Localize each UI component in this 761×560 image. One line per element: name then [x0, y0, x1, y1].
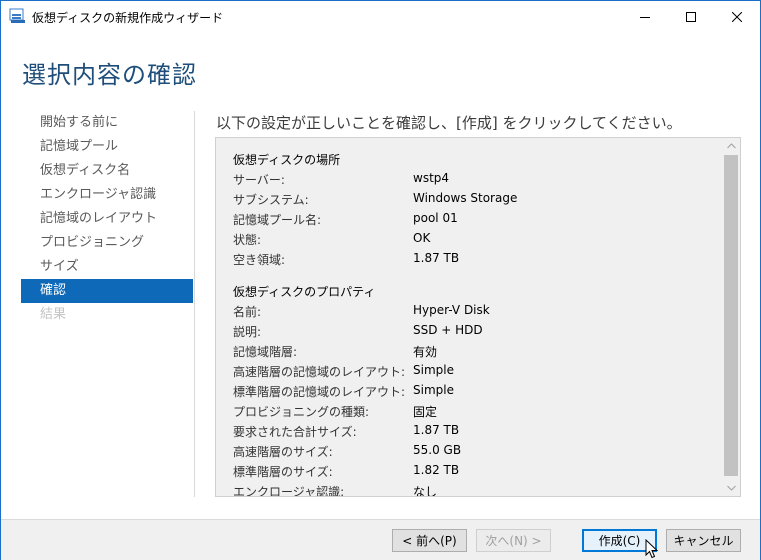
nav-item-storage-layout[interactable]: 記憶域のレイアウト: [21, 207, 193, 231]
virtual-disk-app-icon: [9, 8, 26, 24]
row-value: SSD + HDD: [413, 323, 483, 337]
row-label: 標準階層のサイズ:: [233, 465, 333, 479]
section-title-location: 仮想ディスクの場所: [233, 153, 341, 167]
row-value: 有効: [413, 345, 438, 359]
previous-button[interactable]: < 前へ(P): [392, 529, 467, 552]
row-value: Simple: [413, 363, 454, 377]
nav-item-enclosure-awareness[interactable]: エンクロージャ認識: [21, 183, 193, 207]
scroll-up-button[interactable]: [722, 138, 740, 154]
chevron-down-icon: [726, 485, 736, 491]
row-label: プロビジョニングの種類:: [233, 405, 370, 419]
row-value: wstp4: [413, 171, 450, 185]
row-value: 1.87 TB: [413, 251, 460, 265]
row-label: 記憶域プール名:: [233, 213, 322, 227]
minimize-icon: [640, 16, 650, 18]
scroll-thumb[interactable]: [724, 155, 738, 476]
row-label: 状態:: [233, 233, 262, 247]
row-value: なし: [413, 485, 438, 496]
row-value: Windows Storage: [413, 191, 518, 205]
nav-item-virtual-disk-name[interactable]: 仮想ディスク名: [21, 159, 193, 183]
row-label: サブシステム:: [233, 193, 309, 207]
row-label: 高速階層のサイズ:: [233, 445, 333, 459]
window-title: 仮想ディスクの新規作成ウィザード: [32, 11, 224, 25]
minimize-button[interactable]: [622, 1, 668, 32]
summary-panel[interactable]: 仮想ディスクの場所 サーバー: wstp4 サブシステム: Windows St…: [215, 137, 741, 497]
row-value: 1.82 TB: [413, 463, 460, 477]
section-title-properties: 仮想ディスクのプロパティ: [233, 285, 376, 299]
nav-item-confirmation[interactable]: 確認: [21, 279, 193, 303]
row-value: Hyper-V Disk: [413, 303, 490, 317]
cancel-button[interactable]: キャンセル: [666, 529, 741, 552]
row-label: エンクロージャ認識:: [233, 485, 345, 496]
nav-item-before-you-begin[interactable]: 開始する前に: [21, 111, 193, 135]
nav-item-size[interactable]: サイズ: [21, 255, 193, 279]
instruction-text: 以下の設定が正しいことを確認し、[作成] をクリックしてください。: [216, 114, 682, 132]
vertical-scrollbar[interactable]: [722, 138, 740, 496]
close-icon: [732, 11, 742, 22]
nav-item-storage-pool[interactable]: 記憶域プール: [21, 135, 193, 159]
row-value: 55.0 GB: [413, 443, 462, 457]
row-value: pool 01: [413, 211, 458, 225]
title-bar[interactable]: 仮想ディスクの新規作成ウィザード: [1, 1, 760, 32]
row-label: 説明:: [233, 325, 262, 339]
chevron-up-icon: [726, 143, 736, 149]
maximize-icon: [686, 11, 696, 22]
row-value: Simple: [413, 383, 454, 397]
wizard-window: 仮想ディスクの新規作成ウィザード 選択内容の確認 開始する前に 記憶域プール 仮…: [0, 0, 761, 560]
row-value: OK: [413, 231, 431, 245]
row-label: サーバー:: [233, 173, 285, 187]
row-value: 1.87 TB: [413, 423, 460, 437]
nav-divider: [194, 111, 195, 497]
row-label: 標準階層の記憶域のレイアウト:: [233, 385, 406, 399]
page-title: 選択内容の確認: [22, 61, 197, 89]
nav-item-results: 結果: [40, 307, 67, 322]
next-button[interactable]: 次へ(N) >: [476, 529, 551, 552]
scroll-down-button[interactable]: [722, 480, 740, 496]
close-button[interactable]: [714, 1, 760, 32]
row-label: 空き領域:: [233, 253, 286, 267]
summary-content: 仮想ディスクの場所 サーバー: wstp4 サブシステム: Windows St…: [216, 138, 722, 496]
row-label: 名前:: [233, 305, 262, 319]
row-value: 固定: [413, 405, 438, 419]
nav-item-provisioning[interactable]: プロビジョニング: [21, 231, 193, 255]
row-label: 記憶域階層:: [233, 345, 298, 359]
maximize-button[interactable]: [668, 1, 714, 32]
mouse-cursor-icon: [645, 539, 659, 559]
wizard-nav: 開始する前に 記憶域プール 仮想ディスク名 エンクロージャ認識 記憶域のレイアウ…: [21, 111, 193, 327]
row-label: 要求された合計サイズ:: [233, 425, 357, 439]
row-label: 高速階層の記憶域のレイアウト:: [233, 365, 406, 379]
